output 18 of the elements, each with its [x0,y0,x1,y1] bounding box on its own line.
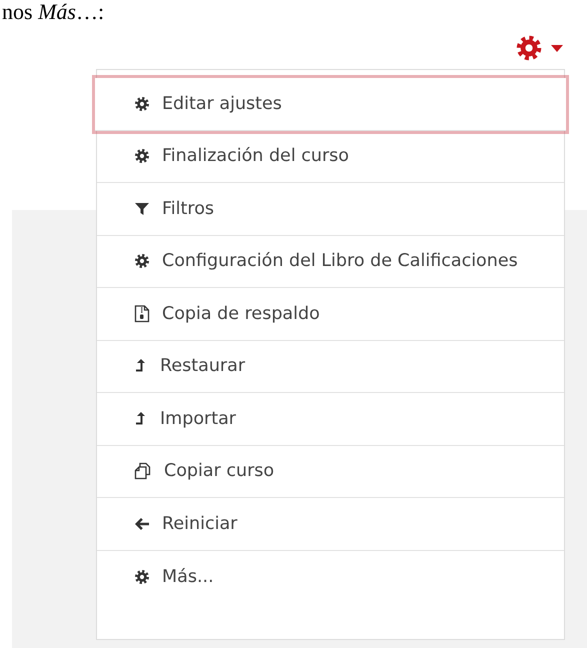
zip-file-icon [134,304,150,323]
gear-icon [134,568,150,585]
menu-item[interactable]: Configuración del Libro de Calificaciones [97,236,564,288]
gear-icon [134,96,150,112]
upload-arrow-icon [134,358,148,374]
intro-text: nos Más…: [1,0,106,24]
menu-item[interactable]: Copiar curso [97,446,564,498]
gear-icon [134,148,150,164]
filter-icon [134,200,150,217]
menu-item[interactable]: Editar ajustes [95,78,566,130]
menu-item[interactable]: Finalización del curso [97,130,564,183]
left-arrow-icon [134,516,150,532]
menu-item[interactable]: Restaurar [97,340,564,393]
gear-icon [515,34,543,62]
copy-icon [134,462,152,480]
upload-arrow-icon [134,410,148,427]
caret-icon [551,44,563,52]
gear-icon [134,253,150,270]
